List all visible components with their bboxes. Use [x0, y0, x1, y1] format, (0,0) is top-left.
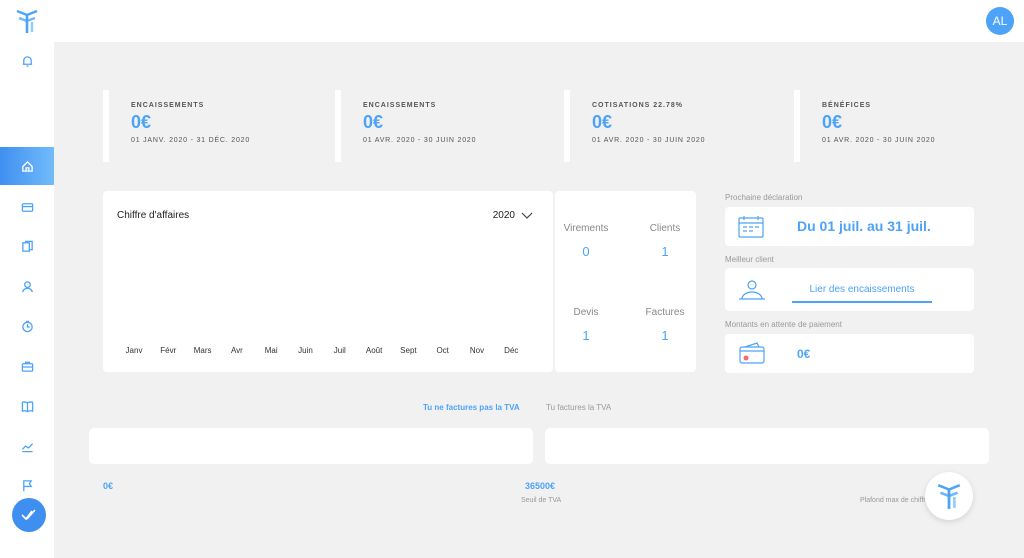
stat-value: 0€ — [131, 112, 152, 132]
pending-card[interactable]: 0€ — [725, 334, 974, 373]
year-select-value: 2020 — [492, 210, 515, 221]
briefcase-icon — [21, 361, 33, 372]
revenue-bars — [103, 231, 553, 336]
user-avatar[interactable]: AL — [986, 7, 1014, 35]
kpi-virements[interactable]: Virements 0 — [551, 223, 621, 259]
pending-amount: 0€ — [797, 347, 811, 361]
link-payments-button[interactable]: Lier des encaissements — [792, 277, 932, 303]
stat-card-benefices: BÉNÉFICES 0€ 01 AVR. 2020 - 30 JUIN 2020 — [794, 90, 990, 162]
bell-icon — [22, 55, 32, 67]
tab-tva[interactable]: Tu factures la TVA — [546, 403, 611, 412]
tf-logo-icon[interactable] — [16, 8, 38, 34]
documents-icon — [21, 240, 33, 252]
home-icon — [21, 160, 33, 172]
kpi-label: Clients — [649, 223, 681, 234]
sidebar-item-time[interactable] — [0, 307, 54, 345]
kpi-label: Virements — [563, 223, 609, 234]
kpi-label: Factures — [645, 307, 685, 318]
stat-dates: 01 JANV. 2020 - 31 DÉC. 2020 — [131, 137, 251, 144]
flag-icon — [22, 479, 32, 491]
chevron-down-icon — [521, 212, 533, 219]
month-label: Févr — [160, 346, 177, 355]
stat-title: ENCAISSEMENTS — [363, 102, 437, 109]
clock-icon — [21, 320, 33, 332]
sidebar-item-documents[interactable] — [0, 227, 54, 265]
month-label: Juil — [333, 346, 346, 355]
kpi-clients[interactable]: Clients 1 — [630, 223, 700, 259]
stat-title: COTISATIONS 22.78% — [592, 102, 684, 109]
sidebar-item-guide[interactable] — [0, 387, 54, 425]
month-label: Mars — [193, 346, 212, 355]
stat-dates: 01 AVR. 2020 - 30 JUIN 2020 — [592, 137, 706, 144]
month-label: Janv — [125, 346, 143, 355]
sidebar-item-payments[interactable] — [0, 188, 54, 226]
revenue-chart-panel: Chiffre d'affaires 2020 Janv Févr Mars Avr M… — [103, 191, 553, 372]
calendar-icon — [738, 216, 764, 238]
declaration-label: Prochaine déclaration — [725, 193, 803, 202]
year-select[interactable]: 2020 — [493, 210, 533, 221]
declaration-dates: Du 01 juil. au 31 juil. — [797, 218, 931, 234]
tva-threshold-value: 36500€ — [525, 481, 556, 491]
top-bar: AL — [0, 0, 1024, 42]
kpi-label: Devis — [573, 307, 599, 318]
help-fab-button[interactable] — [925, 472, 973, 520]
sidebar-item-notifications[interactable] — [0, 42, 54, 80]
user-icon — [21, 280, 33, 292]
sidebar-item-clients[interactable] — [0, 267, 54, 305]
stat-value: 0€ — [363, 112, 384, 132]
month-label: Avr — [230, 346, 243, 355]
stat-card-cotisations: COTISATIONS 22.78% 0€ 01 AVR. 2020 - 30 … — [564, 90, 760, 162]
month-label: Août — [365, 346, 383, 355]
sidebar-item-home[interactable] — [0, 147, 54, 185]
credit-card-icon — [21, 202, 33, 212]
month-label: Juin — [298, 346, 313, 355]
month-label: Nov — [469, 346, 485, 355]
wallet-icon — [739, 342, 765, 364]
stat-card-encaissements-quarter: ENCAISSEMENTS 0€ 01 AVR. 2020 - 30 JUIN … — [335, 90, 531, 162]
ca-progress-bar — [545, 428, 989, 464]
check-double-icon — [21, 509, 36, 521]
stat-value: 0€ — [592, 112, 613, 132]
month-label: Mai — [264, 346, 278, 355]
kpi-devis[interactable]: Devis 1 — [551, 307, 621, 343]
kpi-value: 1 — [582, 328, 590, 343]
tab-no-tva[interactable]: Tu ne factures pas la TVA — [423, 403, 520, 412]
tasks-button[interactable] — [12, 498, 46, 532]
tva-progress-bar — [89, 428, 533, 464]
kpi-value: 0 — [582, 244, 590, 259]
tva-start-value: 0€ — [103, 481, 114, 491]
sidebar — [0, 42, 54, 558]
kpi-value: 1 — [661, 328, 669, 343]
best-client-label: Meilleur client — [725, 255, 774, 264]
month-label: Déc — [504, 346, 519, 355]
month-label: Oct — [436, 346, 449, 355]
month-label: Sept — [400, 346, 417, 355]
sidebar-item-business[interactable] — [0, 347, 54, 385]
sidebar-item-statistics[interactable] — [0, 427, 54, 465]
kpi-factures[interactable]: Factures 1 — [630, 307, 700, 343]
stat-value: 0€ — [822, 112, 843, 132]
tf-logo-icon — [937, 484, 961, 509]
stat-title: ENCAISSEMENTS — [131, 102, 205, 109]
declaration-card[interactable]: Du 01 juil. au 31 juil. — [725, 207, 974, 246]
chart-title: Chiffre d'affaires — [117, 210, 190, 221]
stat-card-encaissements-year: ENCAISSEMENTS 0€ 01 JANV. 2020 - 31 DÉC.… — [103, 90, 299, 162]
stat-dates: 01 AVR. 2020 - 30 JUIN 2020 — [822, 137, 936, 144]
kpi-panel: Virements 0 Clients 1 Devis 1 Factures 1 — [555, 191, 696, 372]
stat-title: BÉNÉFICES — [822, 102, 872, 109]
book-icon — [21, 400, 33, 412]
stat-dates: 01 AVR. 2020 - 30 JUIN 2020 — [363, 137, 477, 144]
best-client-card: Lier des encaissements — [725, 268, 974, 311]
trend-chart-icon — [21, 442, 33, 452]
client-icon — [739, 280, 765, 300]
kpi-value: 1 — [661, 244, 669, 259]
tva-threshold-label: Seuil de TVA — [521, 497, 562, 504]
pending-label: Montants en attente de paiement — [725, 320, 842, 329]
